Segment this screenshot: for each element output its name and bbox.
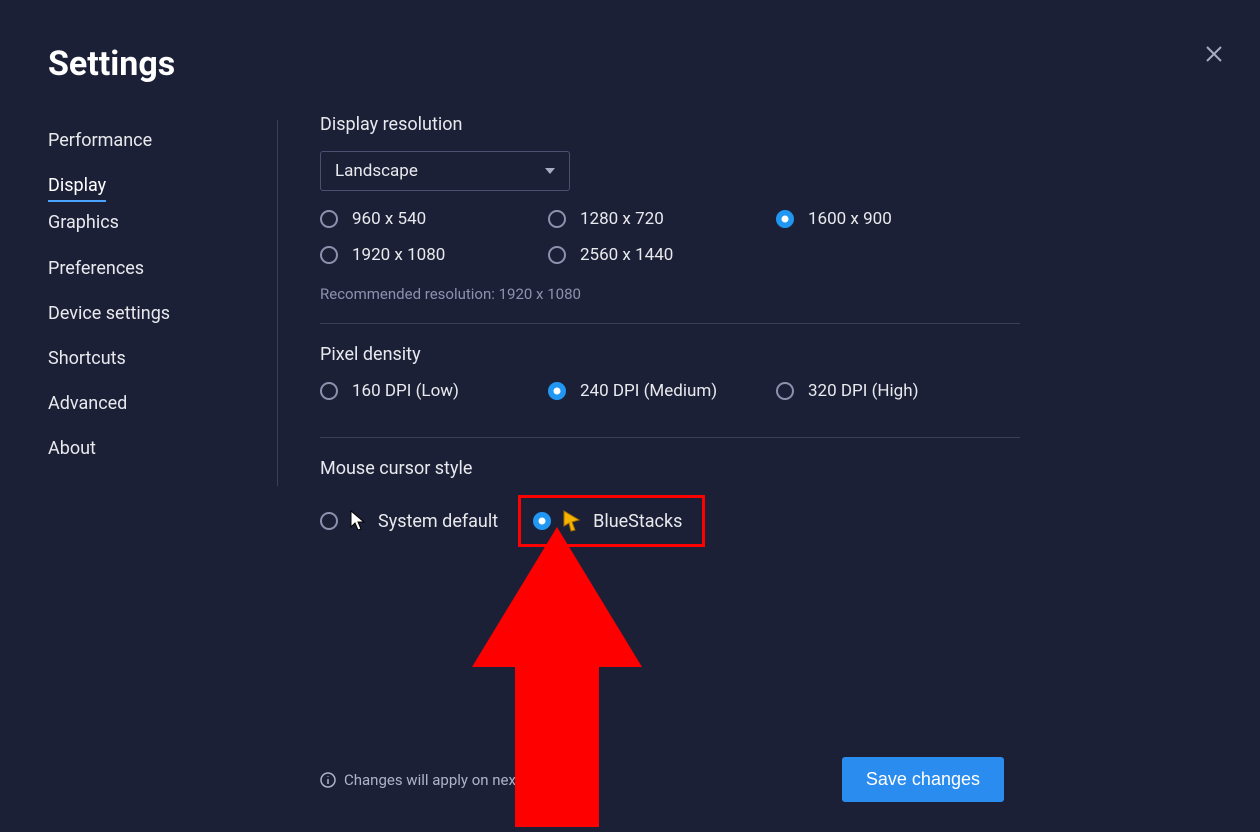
divider — [320, 437, 1020, 438]
resolution-option-2560x1440[interactable]: 2560 x 1440 — [548, 245, 776, 265]
footer: Changes will apply on nex Save changes — [320, 757, 1004, 802]
content: Display resolution Landscape 960 x 540 1… — [320, 114, 1020, 547]
density-option-low[interactable]: 160 DPI (Low) — [320, 381, 548, 401]
density-grid: 160 DPI (Low) 240 DPI (Medium) 320 DPI (… — [320, 381, 1020, 417]
sidebar-item-shortcuts[interactable]: Shortcuts — [48, 338, 126, 383]
recommended-resolution: Recommended resolution: 1920 x 1080 — [320, 285, 1020, 303]
resolution-label: 1280 x 720 — [580, 209, 664, 229]
radio-icon — [548, 246, 566, 264]
cursor-option-bluestacks[interactable]: BlueStacks — [518, 495, 705, 547]
density-label: 320 DPI (High) — [808, 381, 919, 401]
cursor-label: BlueStacks — [593, 511, 682, 532]
density-option-medium[interactable]: 240 DPI (Medium) — [548, 381, 776, 401]
divider — [320, 323, 1020, 324]
save-button[interactable]: Save changes — [842, 757, 1004, 802]
close-button[interactable] — [1200, 40, 1228, 68]
radio-icon — [533, 512, 551, 530]
density-heading: Pixel density — [320, 344, 1020, 365]
cursor-label: System default — [378, 511, 498, 532]
resolution-option-960x540[interactable]: 960 x 540 — [320, 209, 548, 229]
radio-icon — [320, 512, 338, 530]
radio-icon — [776, 382, 794, 400]
sidebar: Performance Display Graphics Preferences… — [48, 120, 278, 486]
info-icon — [320, 772, 336, 788]
radio-icon — [320, 246, 338, 264]
sidebar-item-display[interactable]: Display — [48, 165, 106, 202]
sidebar-item-advanced[interactable]: Advanced — [48, 383, 127, 428]
cursor-row: System default BlueStacks — [320, 495, 1020, 547]
sidebar-item-preferences[interactable]: Preferences — [48, 248, 144, 293]
radio-icon — [320, 210, 338, 228]
sidebar-item-device-settings[interactable]: Device settings — [48, 293, 170, 338]
page-title: Settings — [48, 44, 175, 84]
resolution-option-1920x1080[interactable]: 1920 x 1080 — [320, 245, 548, 265]
resolution-option-1600x900[interactable]: 1600 x 900 — [776, 209, 1004, 229]
sidebar-item-about[interactable]: About — [48, 428, 96, 473]
density-label: 160 DPI (Low) — [352, 381, 459, 401]
resolution-label: 1920 x 1080 — [352, 245, 445, 265]
cursor-heading: Mouse cursor style — [320, 458, 1020, 479]
close-icon — [1205, 45, 1223, 63]
resolution-label: 1600 x 900 — [808, 209, 892, 229]
restart-note: Changes will apply on nex — [320, 771, 516, 789]
cursor-white-icon — [350, 510, 366, 532]
resolution-option-1280x720[interactable]: 1280 x 720 — [548, 209, 776, 229]
resolution-heading: Display resolution — [320, 114, 1020, 135]
resolution-label: 960 x 540 — [352, 209, 426, 229]
radio-icon — [548, 382, 566, 400]
density-label: 240 DPI (Medium) — [580, 381, 717, 401]
sidebar-item-graphics[interactable]: Graphics — [48, 202, 119, 247]
density-option-high[interactable]: 320 DPI (High) — [776, 381, 1004, 401]
sidebar-item-performance[interactable]: Performance — [48, 120, 152, 165]
radio-icon — [776, 210, 794, 228]
cursor-yellow-icon — [563, 510, 581, 532]
resolution-label: 2560 x 1440 — [580, 245, 673, 265]
radio-icon — [320, 382, 338, 400]
orientation-select[interactable]: Landscape — [320, 151, 570, 191]
restart-note-text: Changes will apply on nex — [344, 771, 516, 789]
radio-icon — [548, 210, 566, 228]
resolution-grid: 960 x 540 1280 x 720 1600 x 900 1920 x 1… — [320, 209, 1020, 281]
orientation-value: Landscape — [335, 161, 418, 181]
cursor-option-system-default[interactable]: System default — [320, 510, 498, 532]
chevron-down-icon — [545, 168, 555, 174]
